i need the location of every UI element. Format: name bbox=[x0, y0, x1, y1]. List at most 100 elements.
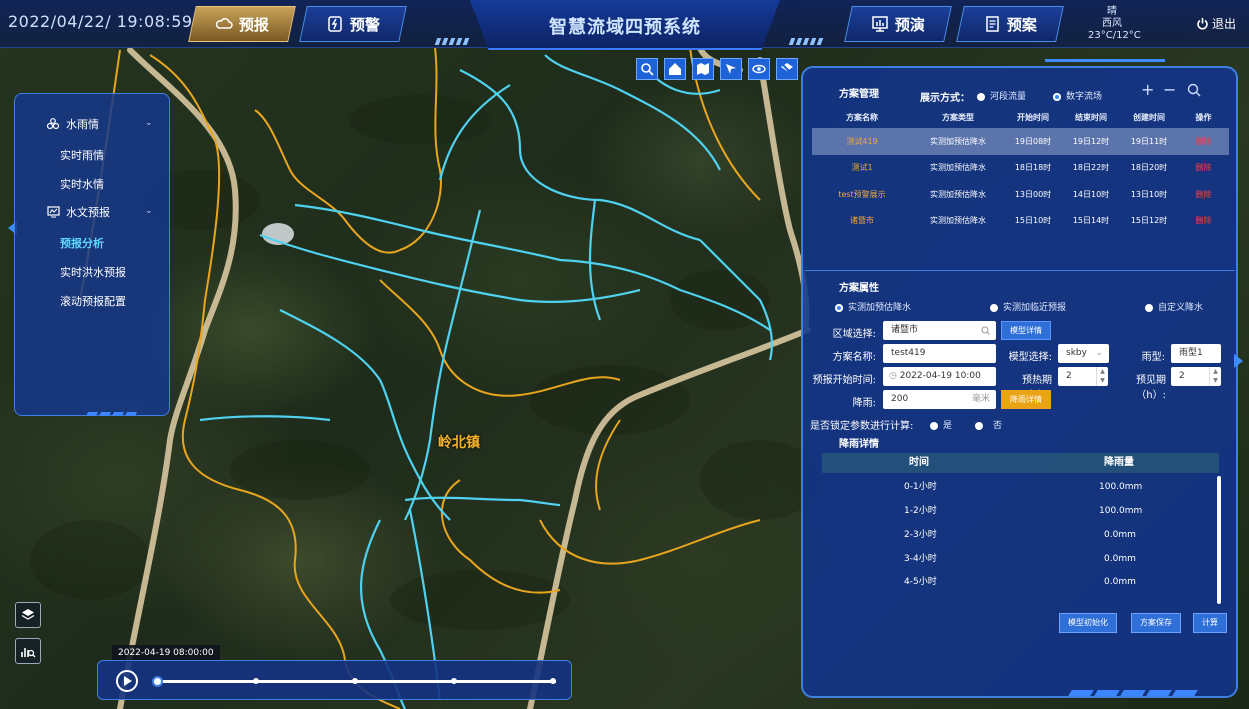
delete-link[interactable]: 删除 bbox=[1178, 155, 1229, 182]
plan-created: 13日10时 bbox=[1130, 189, 1168, 199]
lock-option-no[interactable]: 否 bbox=[975, 418, 1002, 431]
timeline-tick[interactable] bbox=[550, 678, 556, 684]
layers-button[interactable] bbox=[15, 602, 41, 628]
rainfall-input[interactable]: 200 毫米 bbox=[883, 390, 996, 409]
stepper-arrows[interactable]: ▲ ▼ bbox=[1209, 367, 1221, 386]
rain-table-scrollbar[interactable] bbox=[1217, 476, 1221, 604]
model-detail-button[interactable]: 模型详情 bbox=[1001, 321, 1051, 340]
nav-plan-button[interactable]: 预案 bbox=[956, 6, 1064, 42]
stepper-arrows[interactable]: ▲ ▼ bbox=[1096, 367, 1108, 386]
layer-off-tool[interactable] bbox=[776, 58, 798, 80]
model-init-button[interactable]: 模型初始化 bbox=[1059, 613, 1117, 633]
display-mode-label: 展示方式： bbox=[920, 93, 970, 104]
rain-amount: 0.0mm bbox=[1104, 577, 1136, 587]
title-box: 智慧流域四预系统 bbox=[470, 0, 780, 50]
radio-button-selected[interactable] bbox=[1053, 92, 1061, 101]
mode-option-digital-flow[interactable]: 数字流场 bbox=[1053, 89, 1102, 102]
plan-end: 19日12时 bbox=[1062, 128, 1120, 155]
timeline-tick[interactable] bbox=[451, 678, 457, 684]
save-plan-button[interactable]: 方案保存 bbox=[1131, 613, 1181, 633]
radio-button[interactable] bbox=[977, 92, 985, 101]
pointer-tool[interactable] bbox=[720, 58, 742, 80]
rain-type-select[interactable]: 雨型1 bbox=[1171, 344, 1221, 363]
plan-name[interactable]: 测试419 bbox=[812, 128, 912, 155]
map-tool[interactable] bbox=[692, 58, 714, 80]
plan-name[interactable]: 测试1 bbox=[812, 155, 912, 182]
delete-link[interactable]: 删除 bbox=[1178, 208, 1229, 235]
home-icon bbox=[669, 63, 681, 75]
nav-warning-button[interactable]: 预警 bbox=[299, 6, 407, 42]
type-option-estimate[interactable]: 实测加预估降水 bbox=[835, 300, 911, 313]
menu-group-label: 水雨情 bbox=[66, 118, 99, 131]
logout-label: 退出 bbox=[1212, 17, 1237, 31]
timeline-track[interactable] bbox=[152, 676, 556, 687]
type-option-label: 自定义降水 bbox=[1158, 303, 1204, 313]
header-deco-left bbox=[434, 38, 470, 45]
start-time-picker[interactable]: ◷ 2022-04-19 10:00 bbox=[883, 367, 996, 386]
table-row[interactable]: 诸暨市 实测加预估降水 15日10时 15日14时 15日12时 删除 bbox=[812, 208, 1229, 235]
radio-button[interactable] bbox=[930, 421, 938, 430]
table-row[interactable]: 测试419 实测加预估降水 19日08时 19日12时 19日11时 删除 bbox=[812, 128, 1229, 155]
radio-button[interactable] bbox=[975, 421, 983, 430]
region-select[interactable]: 诸暨市 bbox=[883, 321, 996, 340]
table-row[interactable]: test预警展示 实测加预估降水 13日00时 14日10时 13日10时 删除 bbox=[812, 181, 1229, 208]
warmup-value: 2 bbox=[1066, 371, 1072, 381]
collapse-right-arrow[interactable] bbox=[1234, 354, 1243, 368]
model-select[interactable]: skby ⌄ bbox=[1058, 344, 1109, 363]
plan-name-input[interactable]: test419 bbox=[883, 344, 996, 363]
radio-button[interactable] bbox=[1145, 303, 1153, 312]
table-row: 0-1小时 100.0mm bbox=[822, 476, 1219, 500]
search-tool[interactable] bbox=[636, 58, 658, 80]
rain-type-label: 雨型: bbox=[1141, 352, 1165, 363]
home-tool[interactable] bbox=[664, 58, 686, 80]
delete-link[interactable]: 删除 bbox=[1178, 181, 1229, 208]
plan-name[interactable]: 诸暨市 bbox=[812, 208, 912, 235]
type-option-custom[interactable]: 自定义降水 bbox=[1145, 300, 1203, 313]
eye-tool[interactable] bbox=[748, 58, 770, 80]
search-plan-button[interactable] bbox=[1187, 83, 1201, 100]
search-icon bbox=[1187, 83, 1201, 97]
foresee-stepper[interactable]: 2 ▲ ▼ bbox=[1171, 367, 1221, 386]
timeline-tick[interactable] bbox=[352, 678, 358, 684]
weather-wind: 西风 bbox=[1102, 18, 1122, 29]
warmup-stepper[interactable]: 2 ▲ ▼ bbox=[1058, 367, 1108, 386]
chevron-down-icon[interactable]: ⌄ bbox=[145, 206, 153, 216]
delete-link[interactable]: 删除 bbox=[1178, 128, 1229, 155]
menu-item-realtime-rain[interactable]: 实时雨情 bbox=[60, 147, 104, 163]
radio-button[interactable] bbox=[990, 303, 998, 312]
place-label: 岭北镇 bbox=[438, 435, 480, 451]
chevron-down-icon[interactable]: ⌄ bbox=[145, 118, 153, 128]
menu-item-forecast-analysis[interactable]: 预报分析 bbox=[60, 235, 104, 251]
rain-detail-button[interactable]: 降雨详情 bbox=[1001, 390, 1051, 409]
type-option-nowcast[interactable]: 实测加临近预报 bbox=[990, 300, 1066, 313]
nav-rehearsal-button[interactable]: 预演 bbox=[844, 6, 952, 42]
menu-group-hydro-forecast[interactable]: 水文预报 bbox=[47, 204, 110, 220]
document-icon bbox=[986, 16, 999, 32]
nav-forecast-button[interactable]: 预报 bbox=[188, 6, 296, 42]
map-toolbar bbox=[636, 58, 798, 80]
calculate-button[interactable]: 计算 bbox=[1193, 613, 1227, 633]
play-button[interactable] bbox=[116, 670, 138, 692]
timeline-handle[interactable] bbox=[152, 676, 163, 687]
weather-widget: 晴 西风 23°C/12°C bbox=[1088, 6, 1141, 42]
plan-name[interactable]: test预警展示 bbox=[812, 181, 912, 208]
statistics-search-button[interactable] bbox=[15, 638, 41, 664]
menu-item-rolling-config[interactable]: 滚动预报配置 bbox=[60, 293, 126, 309]
table-row[interactable]: 测试1 实测加预估降水 18日18时 18日22时 18日20时 删除 bbox=[812, 155, 1229, 182]
logout-button[interactable]: 退出 bbox=[1196, 15, 1236, 32]
power-icon bbox=[1197, 18, 1208, 30]
remove-plan-button[interactable]: − bbox=[1163, 82, 1176, 98]
column-header: 开始时间 bbox=[1017, 112, 1049, 122]
radio-button-selected[interactable] bbox=[835, 303, 843, 312]
timeline-tick[interactable] bbox=[253, 678, 259, 684]
mode-option-river-flow[interactable]: 河段流量 bbox=[977, 89, 1026, 102]
menu-item-realtime-water[interactable]: 实时水情 bbox=[60, 176, 104, 192]
weather-condition: 晴 bbox=[1107, 6, 1117, 17]
menu-group-water-rain[interactable]: 水雨情 bbox=[47, 116, 99, 132]
add-plan-button[interactable]: + bbox=[1141, 82, 1154, 98]
pointer-icon bbox=[726, 64, 736, 74]
lock-option-yes[interactable]: 是 bbox=[930, 418, 952, 431]
header-deco-right bbox=[788, 38, 824, 45]
region-label: 区域选择: bbox=[832, 329, 876, 340]
menu-item-realtime-flood[interactable]: 实时洪水预报 bbox=[60, 264, 126, 280]
